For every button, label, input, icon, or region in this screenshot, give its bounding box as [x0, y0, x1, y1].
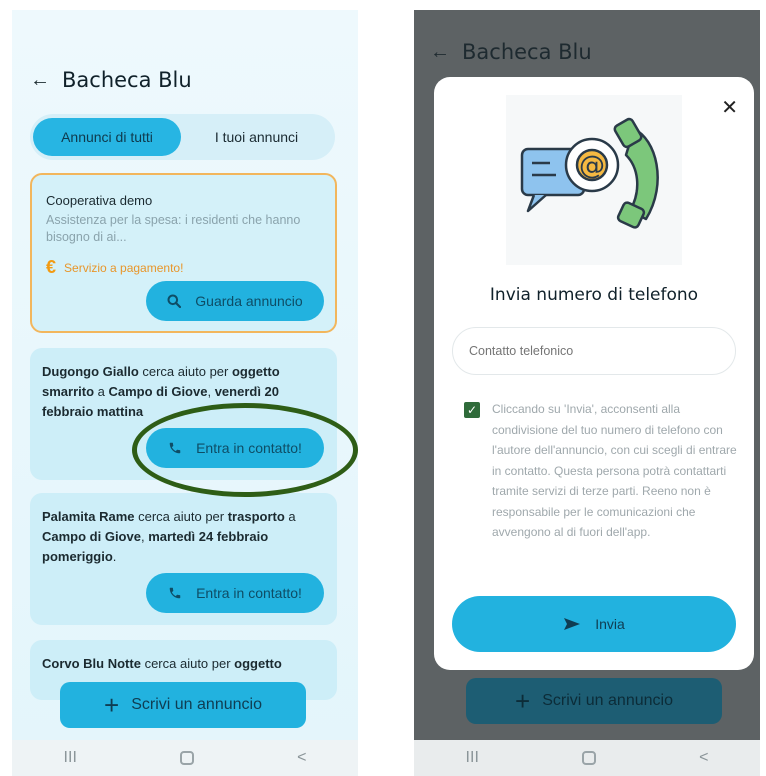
- tab-bar: Annunci di tutti I tuoi annunci: [30, 114, 335, 160]
- app-header: ← Bacheca Blu: [30, 68, 192, 92]
- ad-card-description: Assistenza per la spesa: i residenti che…: [46, 213, 301, 244]
- paid-service-row: € Servizio a pagamento!: [46, 257, 183, 278]
- ad-author: Corvo Blu Notte: [42, 656, 141, 671]
- contact-button[interactable]: Entra in contatto!: [146, 428, 324, 468]
- consent-checkbox[interactable]: ✓: [464, 402, 480, 418]
- back-arrow-icon[interactable]: ←: [30, 69, 50, 92]
- page-title: Bacheca Blu: [462, 40, 592, 64]
- left-screen: ← Bacheca Blu Annunci di tutti I tuoi an…: [12, 10, 358, 776]
- ad-card-dugongo[interactable]: Dugongo Giallo cerca aiuto per oggetto s…: [30, 348, 337, 480]
- ad-card-text: Dugongo Giallo cerca aiuto per oggetto s…: [42, 364, 280, 419]
- tab-all-ads[interactable]: Annunci di tutti: [33, 118, 181, 156]
- plus-icon: +: [104, 690, 120, 720]
- ad-place: Campo di Giove: [42, 529, 141, 544]
- send-button[interactable]: Invia: [452, 596, 736, 652]
- home-icon[interactable]: [581, 751, 596, 765]
- send-phone-modal: ✕ @ Invia numero di telefono ✓ Cli: [434, 77, 754, 670]
- ad-request: trasporto: [227, 509, 285, 524]
- back-arrow-icon[interactable]: ←: [430, 41, 450, 64]
- search-icon: [167, 294, 182, 308]
- recent-apps-icon[interactable]: III: [64, 749, 77, 767]
- ad-author: Palamita Rame: [42, 509, 135, 524]
- contact-button-label: Entra in contatto!: [196, 440, 302, 456]
- phone-icon: [169, 587, 181, 599]
- write-ad-button[interactable]: + Scrivi un annuncio: [60, 682, 306, 728]
- ad-card-palamita[interactable]: Palamita Rame cerca aiuto per trasporto …: [30, 493, 337, 625]
- nav-back-icon[interactable]: <: [297, 749, 306, 767]
- contact-illustration: @: [506, 95, 682, 265]
- paid-service-label: Servizio a pagamento!: [64, 260, 184, 275]
- consent-text: Cliccando su 'Invia', acconsenti alla co…: [492, 402, 737, 539]
- view-ad-button[interactable]: Guarda annuncio: [146, 281, 324, 321]
- ad-card-title: Cooperativa demo: [46, 193, 153, 208]
- nav-back-icon[interactable]: <: [699, 749, 708, 767]
- ad-card-text: Palamita Rame cerca aiuto per trasporto …: [42, 509, 296, 564]
- ad-place: Campo di Giove: [108, 384, 208, 399]
- app-header: ← Bacheca Blu: [430, 40, 592, 64]
- consent-row: ✓ Cliccando su 'Invia', acconsenti alla …: [464, 399, 740, 543]
- ad-card-text: Corvo Blu Notte cerca aiuto per oggetto: [42, 656, 282, 671]
- system-nav-bar: III <: [414, 740, 760, 776]
- phone-icon: [169, 442, 181, 454]
- view-ad-button-label: Guarda annuncio: [195, 293, 303, 309]
- recent-apps-icon[interactable]: III: [466, 749, 479, 767]
- write-ad-button-label: Scrivi un annuncio: [131, 696, 262, 713]
- send-button-label: Invia: [595, 616, 625, 632]
- euro-icon: €: [46, 257, 57, 277]
- close-icon[interactable]: ✕: [721, 95, 738, 120]
- phone-number-input[interactable]: [452, 327, 736, 375]
- svg-text:@: @: [579, 151, 605, 181]
- ad-request: oggetto: [234, 656, 282, 671]
- right-screen: ← Bacheca Blu ✕ @ Invia numero di telefo…: [414, 10, 760, 776]
- ad-card-cooperativa[interactable]: Cooperativa demo Assistenza per la spesa…: [30, 173, 337, 333]
- ad-author: Dugongo Giallo: [42, 364, 139, 379]
- write-ad-button-label: Scrivi un annuncio: [542, 692, 673, 709]
- tab-my-ads[interactable]: I tuoi annunci: [181, 118, 332, 156]
- system-nav-bar: III <: [12, 740, 358, 776]
- contact-button[interactable]: Entra in contatto!: [146, 573, 324, 613]
- plus-icon: +: [515, 686, 531, 716]
- home-icon[interactable]: [179, 751, 194, 765]
- send-icon: [564, 618, 581, 630]
- write-ad-button[interactable]: + Scrivi un annuncio: [466, 678, 722, 724]
- modal-title: Invia numero di telefono: [489, 285, 699, 305]
- page-title: Bacheca Blu: [62, 68, 192, 92]
- contact-button-label: Entra in contatto!: [196, 585, 302, 601]
